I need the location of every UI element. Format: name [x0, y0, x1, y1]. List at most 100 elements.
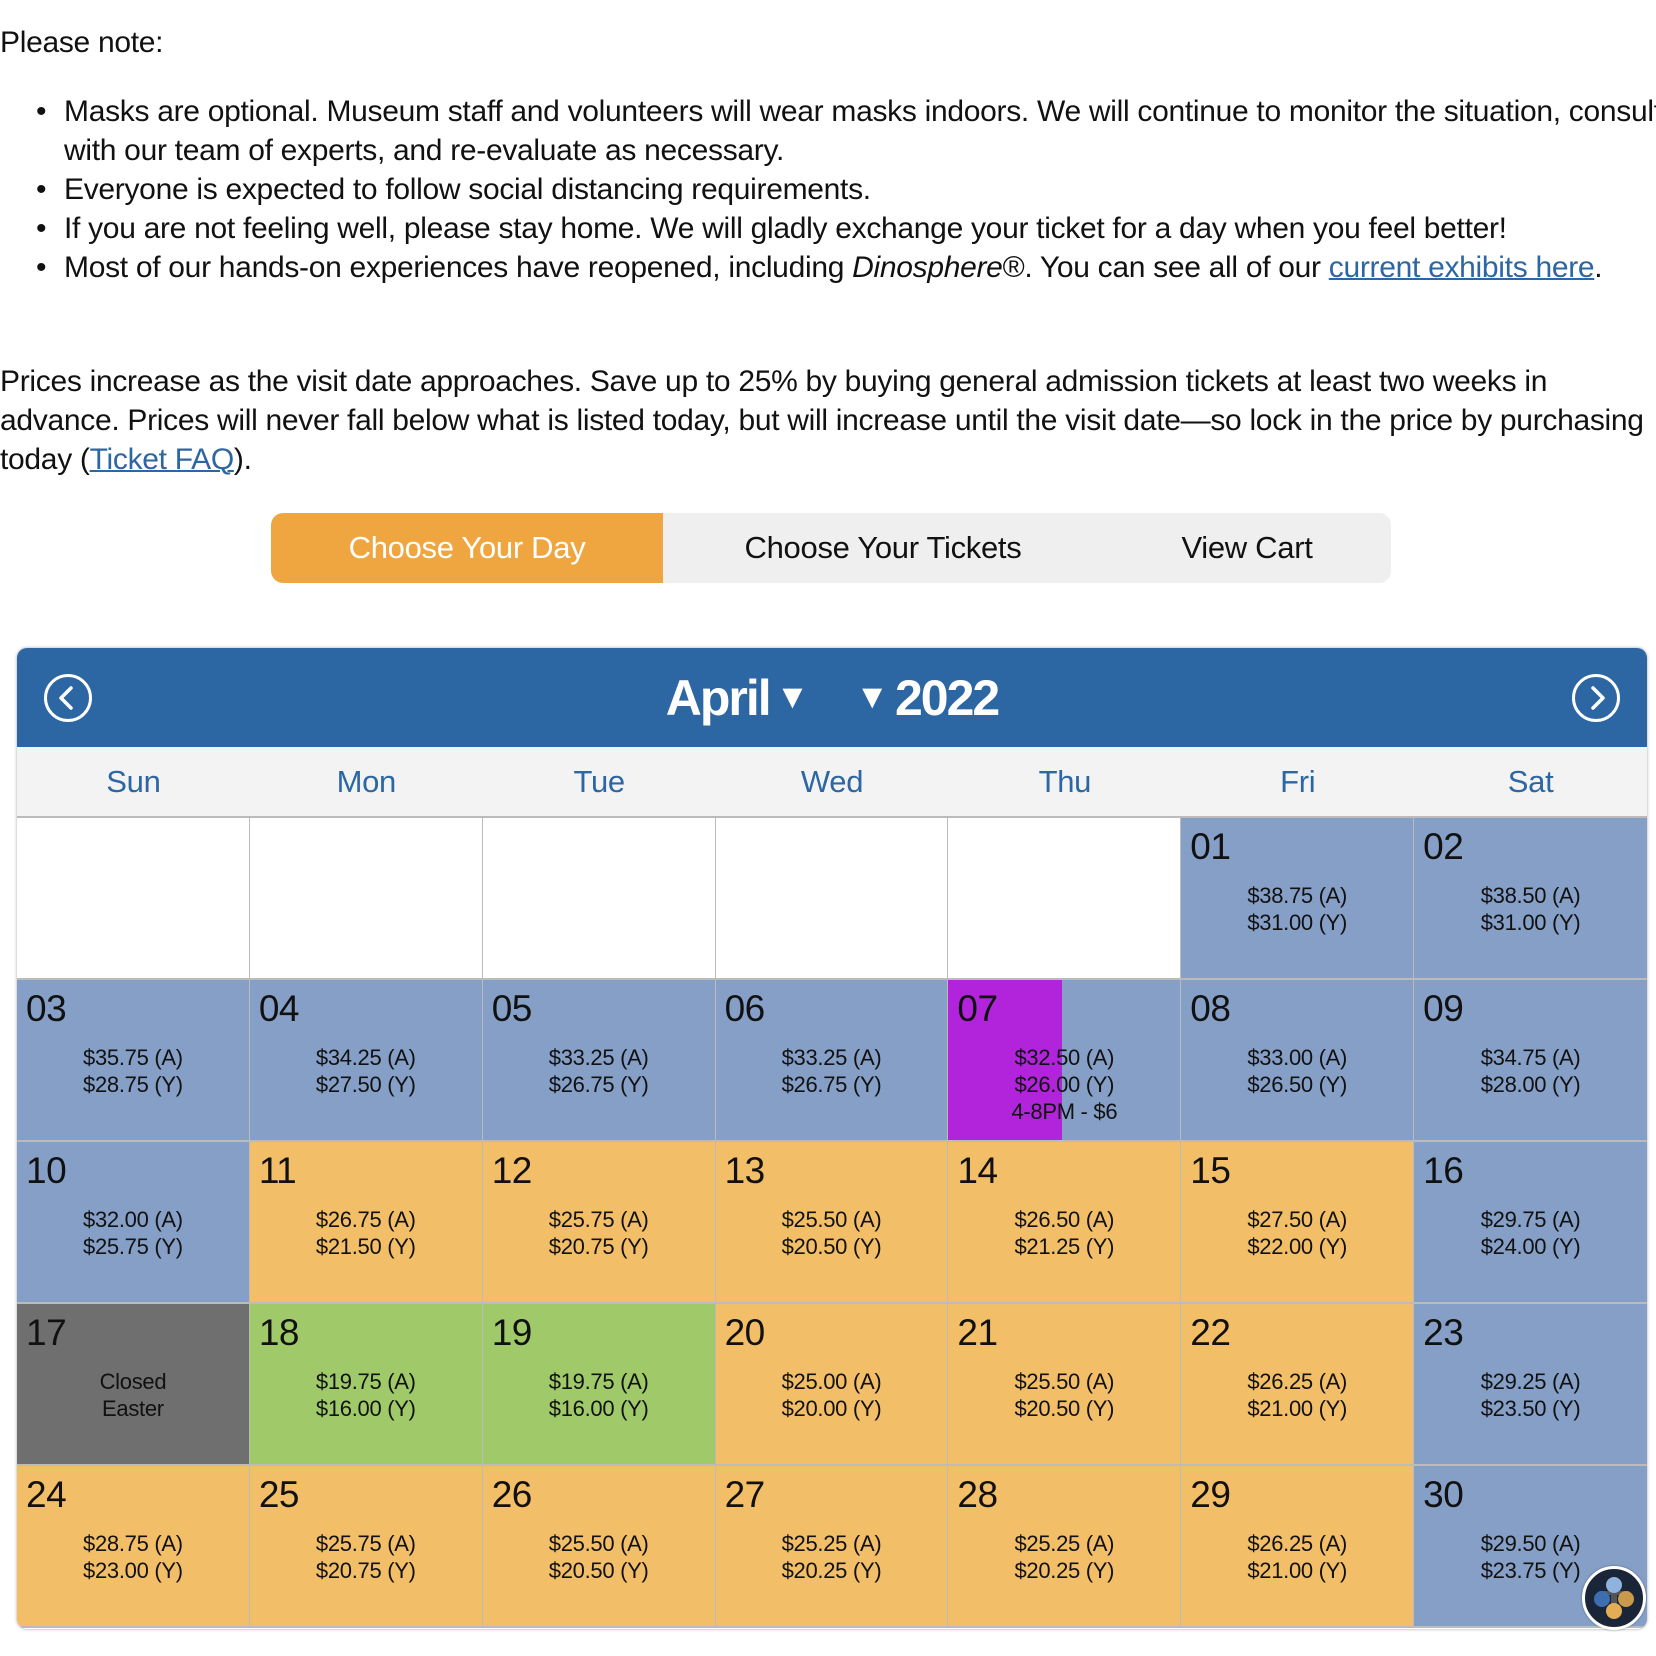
chat-avatar-icon — [1594, 1577, 1634, 1619]
day-number: 12 — [491, 1150, 533, 1191]
price-line: $28.00 (Y) — [1480, 1072, 1581, 1097]
dropdown-arrow-icon: ▼ — [855, 678, 889, 716]
price-line: $20.75 (Y) — [315, 1558, 416, 1583]
dropdown-arrow-icon: ▼ — [775, 678, 810, 716]
price-line: $25.75 (Y) — [83, 1234, 183, 1259]
day-number: 24 — [26, 1474, 67, 1515]
step-choose-tickets[interactable]: Choose Your Tickets — [663, 513, 1103, 583]
year-select[interactable]: ▼ 2022 — [849, 669, 1000, 727]
notice-item: Everyone is expected to follow social di… — [36, 170, 1656, 209]
calendar-day[interactable]: 03 $35.75 (A) $28.75 (Y) — [17, 980, 250, 1142]
day-number: 13 — [724, 1150, 766, 1191]
day-number: 11 — [258, 1150, 297, 1191]
weekday-label: Sun — [106, 763, 161, 799]
weekday-label: Thu — [1038, 763, 1092, 799]
registered-mark: ® — [1002, 251, 1025, 284]
step-view-cart[interactable]: View Cart — [1103, 513, 1391, 583]
pricing-note-end: ). — [233, 443, 252, 476]
calendar-day[interactable]: 19 $19.75 (A) $16.00 (Y) — [482, 1304, 716, 1466]
price-line: $16.00 (Y) — [548, 1396, 649, 1421]
calendar-day[interactable]: 22 $26.25 (A) $21.00 (Y) — [1181, 1304, 1415, 1466]
step-choose-day[interactable]: Choose Your Day — [271, 513, 663, 583]
closed-label: Easter — [102, 1396, 164, 1421]
price-line: $23.00 (Y) — [83, 1558, 183, 1583]
price-line: $38.50 (A) — [1480, 883, 1581, 908]
calendar-day[interactable]: 25 $25.75 (A) $20.75 (Y) — [249, 1466, 483, 1628]
calendar-day[interactable]: 04 $34.25 (A) $27.50 (Y) — [249, 980, 483, 1142]
day-number: 17 — [26, 1312, 67, 1353]
day-prices: $25.50 (A) $20.50 (Y) — [716, 1206, 948, 1260]
day-prices: $29.75 (A) $24.00 (Y) — [1414, 1206, 1647, 1260]
price-line: $21.00 (Y) — [1247, 1558, 1348, 1583]
day-number: 05 — [491, 988, 533, 1029]
calendar-day[interactable]: 24 $28.75 (A) $23.00 (Y) — [17, 1466, 250, 1628]
calendar-day[interactable]: 29 $26.25 (A) $21.00 (Y) — [1181, 1466, 1415, 1628]
calendar-day[interactable]: 20 $25.00 (A) $20.00 (Y) — [715, 1304, 949, 1466]
day-prices: $25.50 (A) $20.50 (Y) — [948, 1368, 1180, 1422]
price-line: $25.25 (A) — [781, 1531, 882, 1556]
checkout-steps: Choose Your Day Choose Your Tickets View… — [271, 513, 1391, 583]
calendar-day[interactable]: 12 $25.75 (A) $20.75 (Y) — [482, 1142, 716, 1304]
price-line: $20.50 (Y) — [781, 1234, 882, 1259]
day-prices: $19.75 (A) $16.00 (Y) — [250, 1368, 482, 1422]
day-prices: $26.50 (A) $21.25 (Y) — [948, 1206, 1180, 1260]
day-prices: $28.75 (A) $23.00 (Y) — [17, 1530, 249, 1584]
calendar-day[interactable]: 08 $33.00 (A) $26.50 (Y) — [1181, 980, 1415, 1142]
day-prices: $25.75 (A) $20.75 (Y) — [483, 1206, 715, 1260]
calendar-day[interactable]: 02 $38.50 (A) $31.00 (Y) — [1414, 818, 1647, 980]
day-number: 06 — [724, 988, 766, 1029]
price-line: $20.50 (Y) — [1014, 1396, 1115, 1421]
notice-text: . You can see all of our — [1024, 251, 1329, 284]
price-line: $32.50 (A) — [1014, 1045, 1115, 1070]
calendar-day[interactable]: 16 $29.75 (A) $24.00 (Y) — [1414, 1142, 1647, 1304]
calendar-day[interactable]: 01 $38.75 (A) $31.00 (Y) — [1181, 818, 1415, 980]
notice-text: Most of our hands-on experiences have re… — [64, 251, 853, 284]
calendar-day[interactable]: 26 $25.50 (A) $20.50 (Y) — [482, 1466, 716, 1628]
price-line: $28.75 (A) — [83, 1531, 183, 1556]
day-number: 02 — [1423, 826, 1464, 867]
price-line: $34.25 (A) — [315, 1045, 416, 1070]
calendar-day[interactable]: 10 $32.00 (A) $25.75 (Y) — [17, 1142, 250, 1304]
day-number: 09 — [1423, 988, 1464, 1029]
weekday-label: Sat — [1507, 763, 1554, 799]
day-number: 29 — [1190, 1474, 1231, 1515]
current-exhibits-link[interactable]: current exhibits here — [1329, 251, 1595, 284]
day-number: 26 — [491, 1474, 533, 1515]
calendar-day[interactable]: 23 $29.25 (A) $23.50 (Y) — [1414, 1304, 1647, 1466]
calendar-day[interactable]: 21 $25.50 (A) $20.50 (Y) — [948, 1304, 1182, 1466]
calendar-day[interactable]: 18 $19.75 (A) $16.00 (Y) — [249, 1304, 483, 1466]
month-select[interactable]: April ▼ — [666, 669, 816, 727]
calendar-day[interactable]: 11 $26.75 (A) $21.50 (Y) — [249, 1142, 483, 1304]
day-number: 27 — [724, 1474, 766, 1515]
calendar-day[interactable]: 13 $25.50 (A) $20.50 (Y) — [715, 1142, 949, 1304]
calendar-day[interactable]: 14 $26.50 (A) $21.25 (Y) — [948, 1142, 1182, 1304]
price-line: $33.25 (A) — [781, 1045, 882, 1070]
calendar-day[interactable]: 28 $25.25 (A) $20.25 (Y) — [948, 1466, 1182, 1628]
next-month-button[interactable] — [1572, 674, 1620, 722]
weekday-label: Fri — [1280, 763, 1316, 799]
calendar-day[interactable]: 05 $33.25 (A) $26.75 (Y) — [482, 980, 716, 1142]
price-line: $25.50 (A) — [781, 1207, 882, 1232]
day-number: 07 — [957, 988, 998, 1029]
chat-widget-button[interactable] — [1582, 1566, 1646, 1630]
calendar-day[interactable]: 15 $27.50 (A) $22.00 (Y) — [1181, 1142, 1415, 1304]
calendar-day[interactable]: 09 $34.75 (A) $28.00 (Y) — [1414, 980, 1647, 1142]
price-line: $20.75 (Y) — [548, 1234, 649, 1259]
calendar-day[interactable]: 06 $33.25 (A) $26.75 (Y) — [715, 980, 949, 1142]
day-prices: $33.25 (A) $26.75 (Y) — [716, 1044, 948, 1098]
calendar-header: April ▼ ▼ 2022 — [17, 648, 1647, 747]
notice-list: Masks are optional. Museum staff and vol… — [0, 92, 1656, 287]
day-prices: $26.75 (A) $21.50 (Y) — [250, 1206, 482, 1260]
price-line: $25.75 (A) — [315, 1531, 416, 1556]
calendar-day[interactable]: 07 $32.50 (A) $26.00 (Y) 4-8PM - $6 — [948, 980, 1182, 1142]
calendar-empty-cell — [715, 818, 949, 980]
ticket-faq-link[interactable]: Ticket FAQ — [90, 443, 235, 476]
day-prices: $32.00 (A) $25.75 (Y) — [17, 1206, 249, 1260]
day-number: 25 — [258, 1474, 300, 1515]
month-value: April — [665, 669, 772, 726]
price-line: $35.75 (A) — [83, 1045, 183, 1070]
calendar-day[interactable]: 27 $25.25 (A) $20.25 (Y) — [715, 1466, 949, 1628]
day-prices: $25.50 (A) $20.50 (Y) — [483, 1530, 715, 1584]
year-value: 2022 — [894, 669, 1000, 726]
calendar-day-closed: 17 Closed Easter — [17, 1304, 250, 1466]
